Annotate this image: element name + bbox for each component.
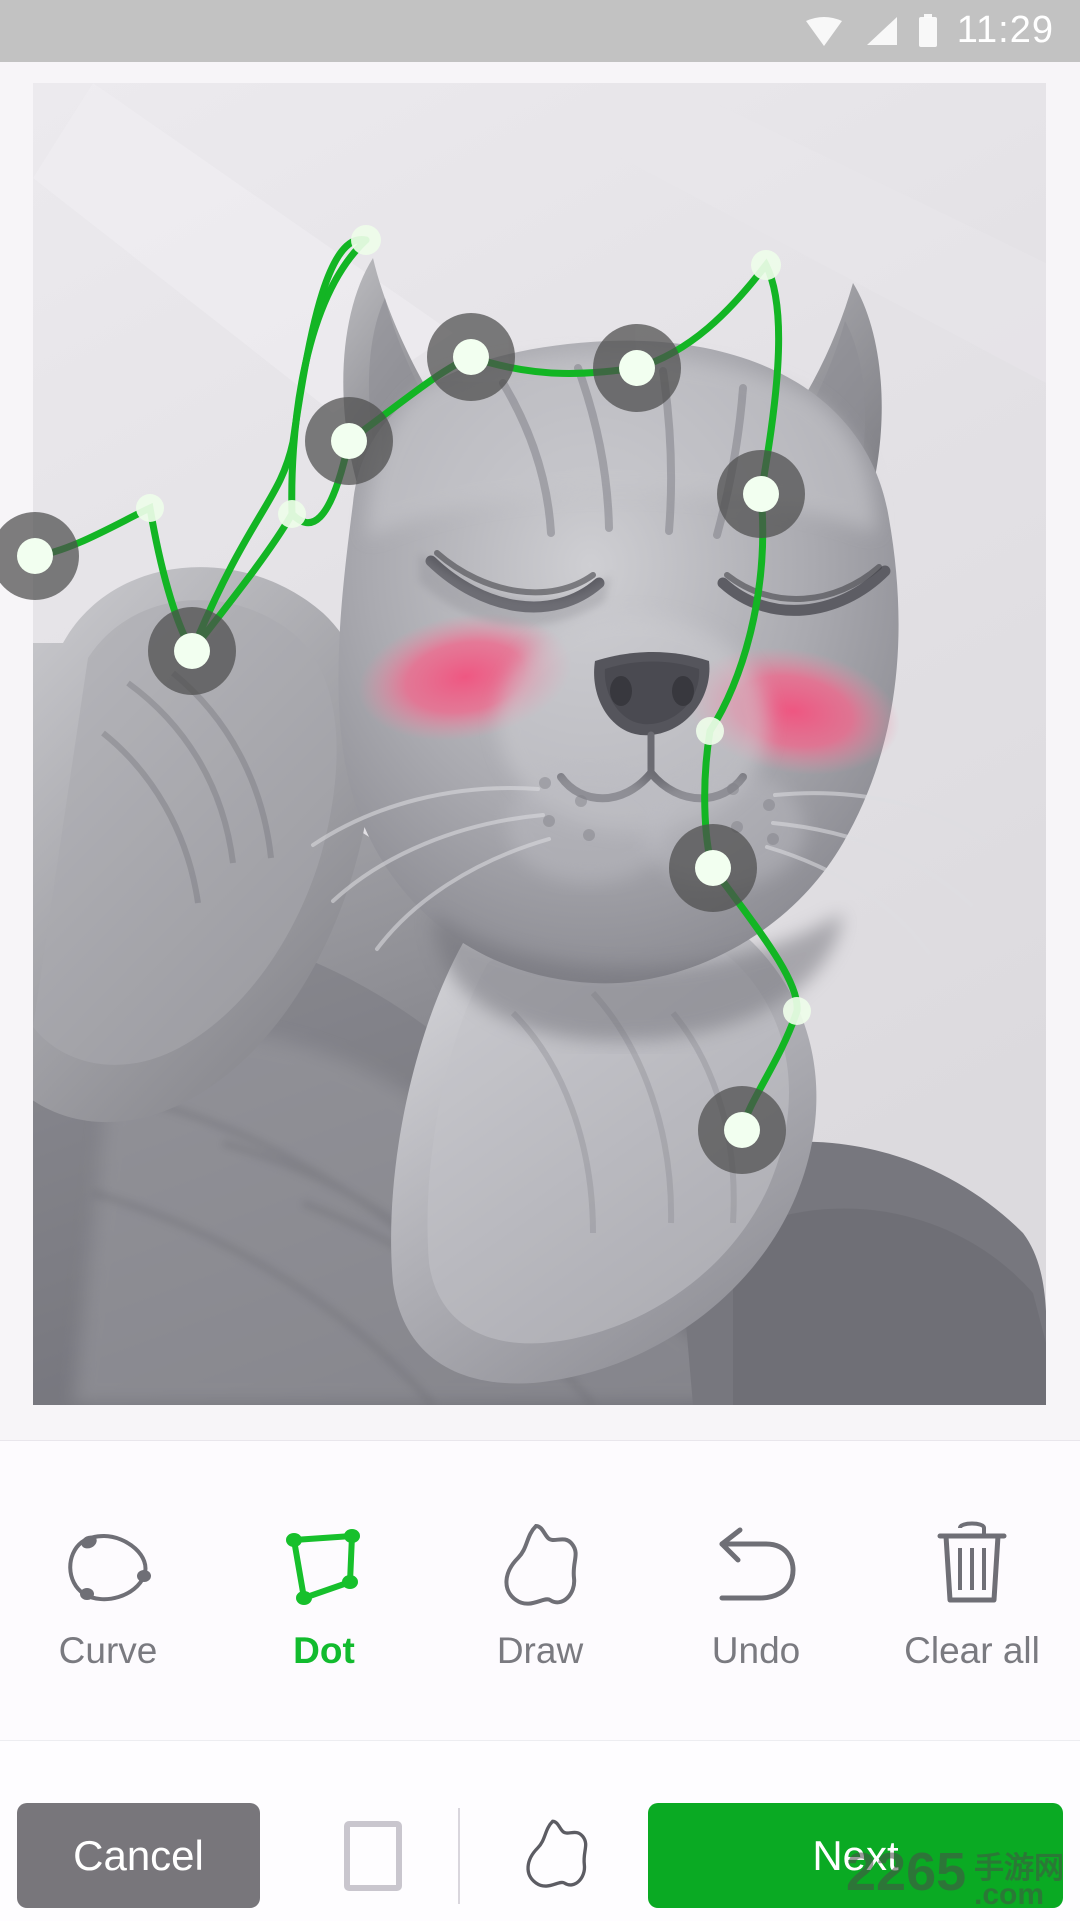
undo-icon (708, 1514, 804, 1606)
tool-dot[interactable]: Dot (226, 1514, 422, 1669)
cancel-button-label: Cancel (73, 1831, 204, 1879)
next-button[interactable]: Next (648, 1803, 1063, 1908)
curve-tool-icon (60, 1514, 156, 1606)
blob-outline-icon[interactable] (516, 1815, 596, 1896)
tool-curve-label: Curve (58, 1629, 158, 1671)
tool-draw-label: Draw (496, 1629, 584, 1671)
tool-curve[interactable]: Curve (10, 1514, 206, 1669)
tool-undo-label: Undo (711, 1629, 801, 1671)
tool-clear-all[interactable]: Clear all (874, 1514, 1070, 1669)
app-screen: 11:29 Curve Dot Draw Undo Clear all Canc… (0, 0, 1080, 1921)
tool-dot-label: Dot (293, 1629, 355, 1671)
trash-icon (924, 1514, 1020, 1606)
tool-strip: Curve Dot Draw Undo Clear all (0, 1440, 1080, 1741)
next-button-label: Next (812, 1831, 899, 1879)
divider (458, 1807, 460, 1904)
tool-clear-all-label: Clear all (904, 1629, 1040, 1671)
shape-mode-switcher (300, 1803, 640, 1908)
wifi-icon (805, 17, 842, 46)
battery-icon (918, 14, 937, 47)
cancel-button[interactable]: Cancel (17, 1803, 260, 1908)
status-bar: 11:29 (0, 0, 1080, 62)
signal-icon (866, 17, 897, 45)
photo-subject[interactable] (33, 83, 1046, 1405)
tool-draw[interactable]: Draw (442, 1514, 638, 1669)
tool-undo[interactable]: Undo (658, 1514, 854, 1669)
status-bar-clock: 11:29 (956, 8, 1054, 51)
draw-tool-icon (492, 1514, 588, 1606)
editor-canvas[interactable] (0, 62, 1080, 1440)
dot-tool-icon (276, 1514, 372, 1606)
square-outline-icon[interactable] (344, 1820, 402, 1891)
